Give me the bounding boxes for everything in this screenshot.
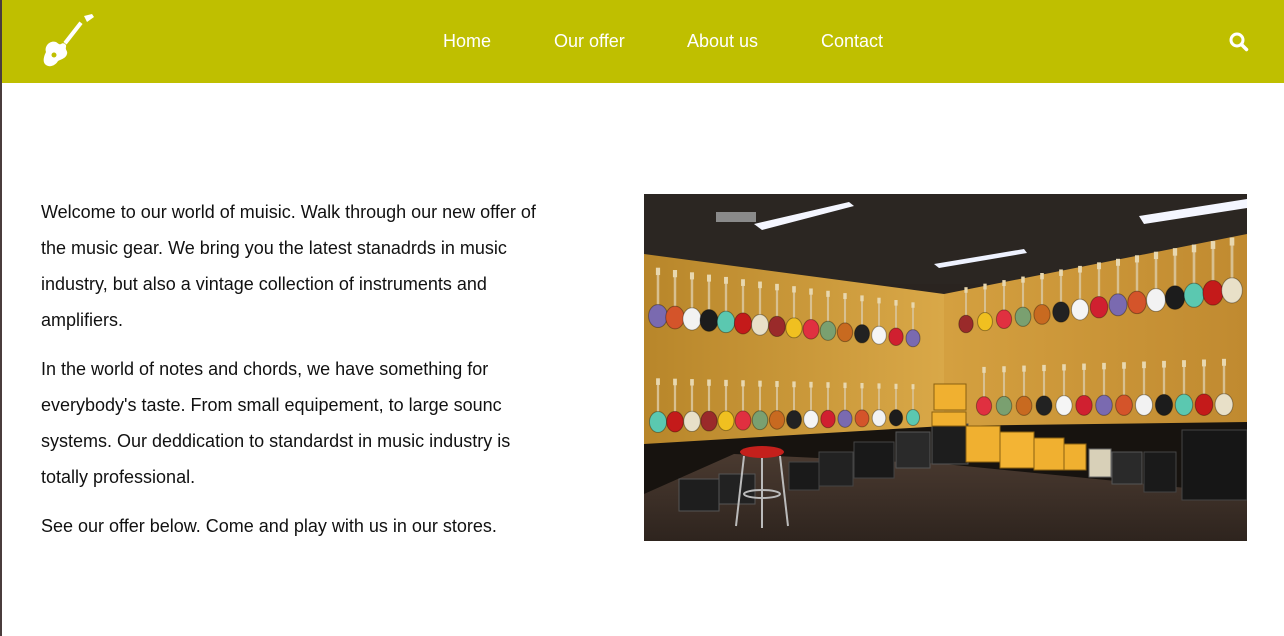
amplifier-shape [818,451,854,487]
amplifier-shape [933,383,967,411]
search-icon [1229,32,1249,52]
intro-text: Welcome to our world of muisic. Walk thr… [41,194,561,557]
amplifier-shape [678,478,720,512]
amplifier-shape [1111,451,1143,485]
amplifier-shape [931,423,969,465]
amplifier-shape [1063,443,1087,471]
amplifier-shape [965,425,1001,463]
search-button[interactable] [1228,31,1250,53]
intro-paragraph-3: See our offer below. Come and play with … [41,516,497,536]
amplifier-shape [853,441,895,479]
amplifier-shape [931,411,967,427]
intro-paragraph-1: Welcome to our world of muisic. Walk thr… [41,202,536,330]
amplifier-shape [1143,451,1177,493]
nav-home[interactable]: Home [443,30,491,52]
amplifier-shape [1181,429,1247,501]
site-header: Home Our offer About us Contact [2,0,1284,83]
page-left-edge [0,0,2,636]
amplifier-shape [999,431,1035,469]
guitar-store-illustration [644,194,1247,541]
guitar-store-photo [644,194,1247,541]
nav-contact[interactable]: Contact [821,30,883,52]
nav-our-offer[interactable]: Our offer [554,30,625,52]
amplifier-shape [895,431,931,469]
electric-guitar-icon [43,14,94,67]
amplifier-shape [1033,437,1065,471]
amplifier-shape [788,461,820,491]
amplifier-shape [718,473,756,505]
intro-paragraph-2: In the world of notes and chords, we hav… [41,359,511,487]
home-logo-link[interactable] [40,14,98,68]
nav-about-us[interactable]: About us [687,30,758,52]
amplifier-shape [1088,448,1112,478]
